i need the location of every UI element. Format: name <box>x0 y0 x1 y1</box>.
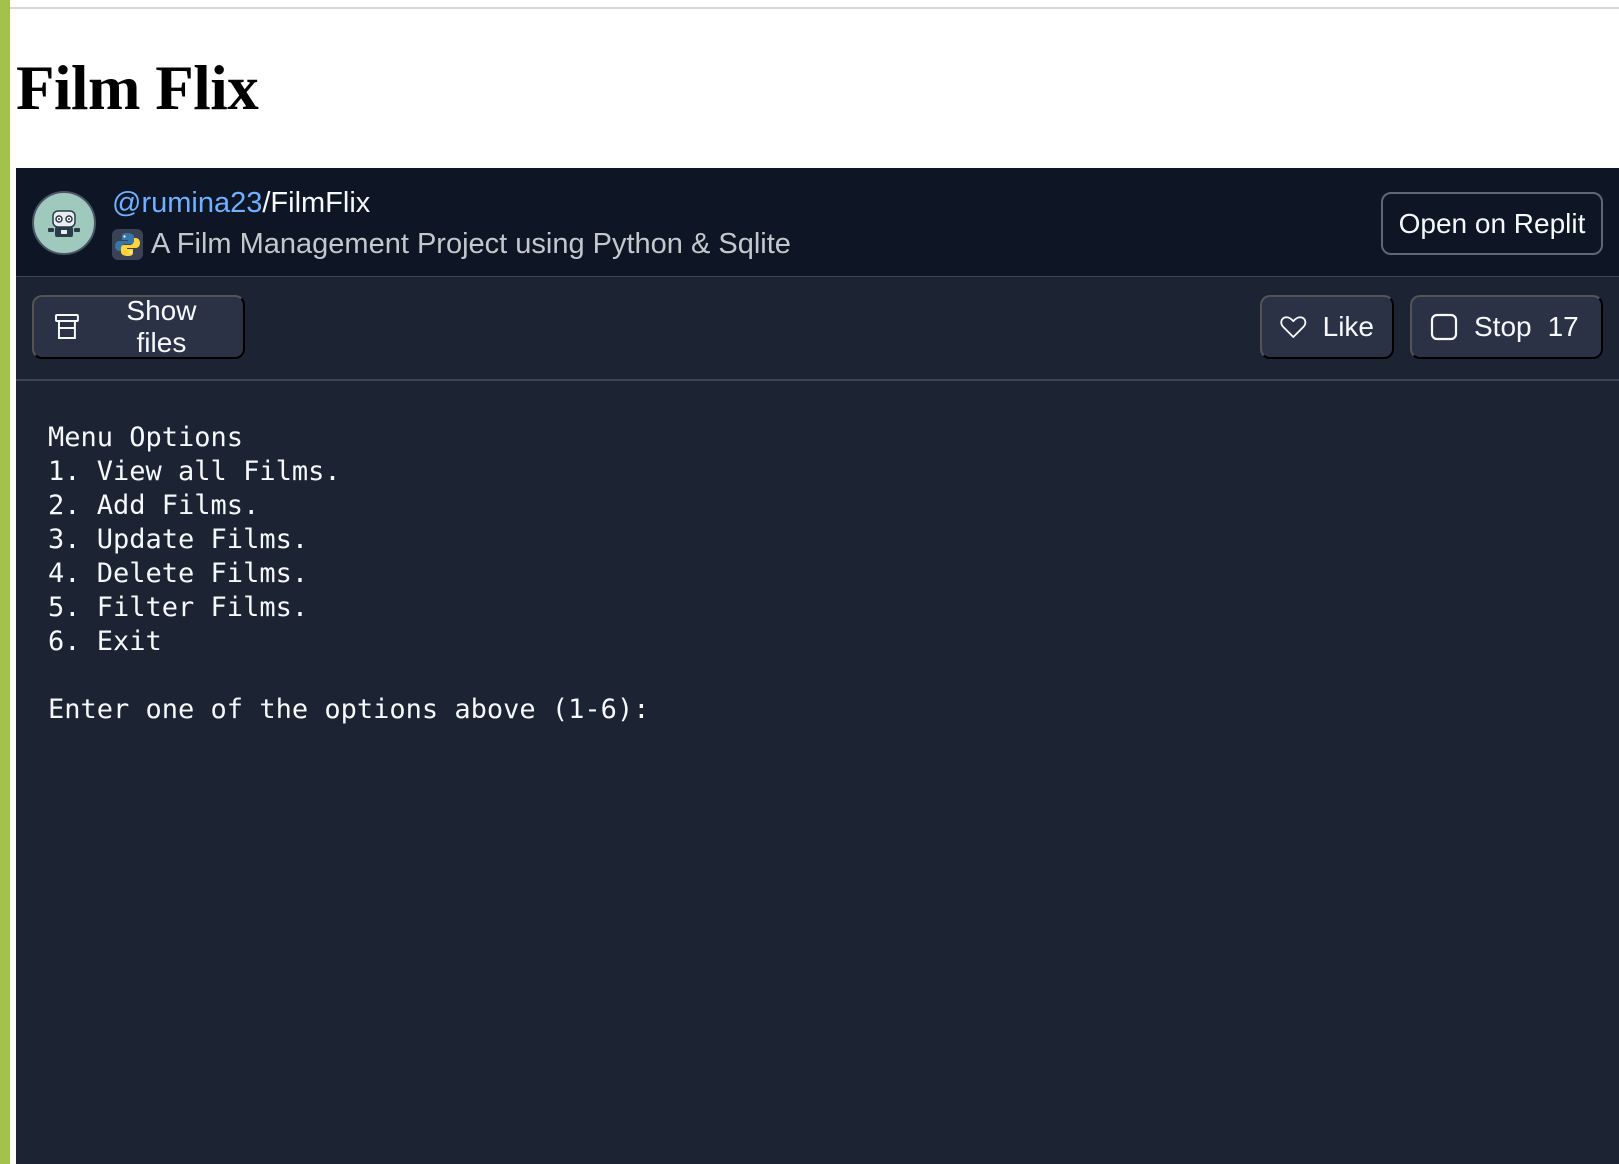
accent-bar <box>0 0 10 1164</box>
toolbar: Show files Like Stop 17 <box>16 277 1619 381</box>
console-line: 1. View all Films. <box>48 456 341 487</box>
stop-square-icon <box>1430 313 1458 341</box>
stop-button[interactable]: Stop 17 <box>1410 295 1603 359</box>
repl-description-text: A Film Management Project using Python &… <box>151 228 791 260</box>
like-button[interactable]: Like <box>1260 295 1394 359</box>
repl-path: @rumina23/FilmFlix <box>112 185 370 221</box>
console-line: 6. Exit <box>48 626 162 657</box>
repl-name-link[interactable]: FilmFlix <box>270 187 370 219</box>
console-line: 4. Delete Films. <box>48 558 309 589</box>
divider <box>10 7 1619 9</box>
replit-embed: @rumina23/FilmFlix A Film Management Pro… <box>16 168 1619 1164</box>
repl-owner-link[interactable]: @rumina23 <box>112 187 262 219</box>
robot-avatar-icon[interactable] <box>32 191 96 255</box>
stop-label: Stop <box>1474 311 1532 342</box>
console-line: 5. Filter Films. <box>48 592 309 623</box>
repl-description: A Film Management Project using Python &… <box>112 225 791 263</box>
show-files-button[interactable]: Show files <box>32 295 245 359</box>
like-label: Like <box>1322 311 1374 342</box>
robot-icon <box>48 210 80 237</box>
open-on-replit-button[interactable]: Open on Replit <box>1381 192 1603 255</box>
console-line: Enter one of the options above (1-6): <box>48 694 650 725</box>
embed-header: @rumina23/FilmFlix A Film Management Pro… <box>16 168 1619 277</box>
heart-icon <box>1280 316 1307 338</box>
page: Film Flix @rumina23/FilmFlix A Film Mana… <box>0 0 1619 1164</box>
console-line: 2. Add Films. <box>48 490 260 521</box>
files-icon <box>54 314 79 339</box>
console-line: 3. Update Films. <box>48 524 309 555</box>
stop-count: 17 <box>1547 311 1579 342</box>
console-output[interactable]: Menu Options 1. View all Films. 2. Add Fil… <box>48 421 649 727</box>
page-title: Film Flix <box>16 53 259 123</box>
python-icon <box>112 228 143 260</box>
console-line: Menu Options <box>48 422 244 453</box>
show-files-label: Show files <box>126 295 197 358</box>
